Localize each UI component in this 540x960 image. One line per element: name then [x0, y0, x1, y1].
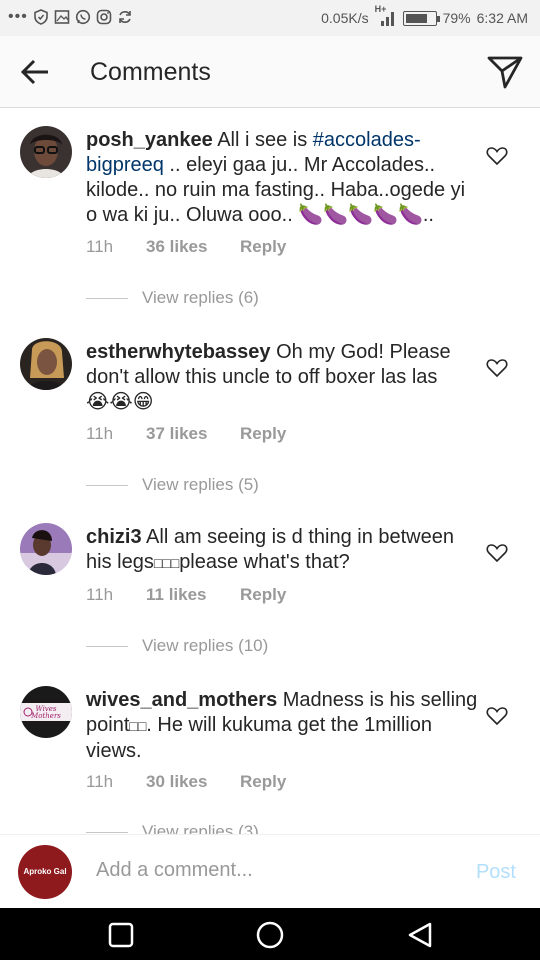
network-speed: 0.05K/s [321, 10, 369, 26]
circle-icon[interactable] [256, 921, 284, 949]
likes-count[interactable]: 37 likes [146, 424, 240, 444]
comment-meta: 11h 11 likes Reply [86, 585, 286, 605]
missing-glyphs: □□ [129, 718, 147, 734]
reply-button[interactable]: Reply [240, 424, 286, 444]
comment-text: posh_yankee All i see is #accolades-bigp… [86, 129, 466, 227]
battery-icon [402, 10, 440, 26]
status-bar: ••• 0.05K/s H+ 79% 6:32 AM [0, 0, 540, 36]
avatar: Aproko Gal [18, 845, 72, 899]
paper-plane-icon[interactable] [486, 54, 524, 90]
post-button[interactable]: Post [476, 861, 516, 884]
reply-button[interactable]: Reply [240, 237, 286, 257]
system-nav-bar [0, 908, 540, 960]
arrow-left-icon[interactable] [18, 56, 52, 88]
comment-item: estherwhytebassey Oh my God! Please don'… [0, 320, 540, 500]
likes-count[interactable]: 30 likes [146, 772, 240, 792]
view-replies[interactable]: View replies (5) [86, 475, 259, 495]
comment-meta: 11h 30 likes Reply [86, 772, 286, 792]
divider [86, 645, 128, 647]
clock: 6:32 AM [476, 10, 528, 26]
page-title: Comments [90, 58, 211, 86]
sync-icon [119, 11, 131, 23]
comment-text: chizi3 All am seeing is d thing in betwe… [86, 526, 454, 573]
comment-time: 11h [86, 772, 114, 791]
crying-laughing-emoji: 😭😭😁 [86, 391, 154, 414]
comment-username[interactable]: estherwhytebassey [86, 341, 271, 363]
shield-icon [34, 9, 48, 25]
triangle-back-icon[interactable] [406, 921, 434, 949]
avatar[interactable] [20, 126, 72, 178]
reply-button[interactable]: Reply [240, 772, 286, 792]
eggplant-emoji: 🍆🍆🍆🍆🍆 [298, 204, 423, 227]
avatar[interactable]: Wives Mothers [20, 686, 72, 738]
comment-meta: 11h 37 likes Reply [86, 424, 286, 444]
heart-icon[interactable] [486, 543, 508, 563]
avatar[interactable] [20, 338, 72, 390]
status-left: ••• [8, 8, 133, 26]
missing-glyphs: □□□ [153, 555, 180, 571]
divider [86, 484, 128, 486]
comment-text: wives_and_mothers Madness is his selling… [86, 689, 478, 762]
comment-input[interactable] [96, 859, 426, 882]
comment-username[interactable]: chizi3 [86, 526, 142, 548]
svg-text:Mothers: Mothers [30, 712, 61, 720]
status-right: 0.05K/s H+ 79% 6:32 AM [321, 4, 528, 27]
comment-time: 11h [86, 424, 114, 443]
view-replies[interactable]: View replies (3) [86, 822, 259, 834]
view-replies[interactable]: View replies (10) [86, 636, 268, 656]
reply-button[interactable]: Reply [240, 585, 286, 605]
comment-username[interactable]: wives_and_mothers [86, 689, 277, 711]
heart-icon[interactable] [486, 358, 508, 378]
comment-time: 11h [86, 585, 114, 604]
avatar-logo-text: Aproko Gal [23, 867, 67, 876]
comment-username[interactable]: posh_yankee [86, 129, 213, 151]
heart-icon[interactable] [486, 706, 508, 726]
instagram-icon [96, 9, 112, 25]
add-comment-bar: Aproko Gal Post [0, 834, 540, 908]
signal-icon: H+ [375, 4, 397, 27]
likes-count[interactable]: 36 likes [146, 237, 240, 257]
header-bar: Comments [0, 36, 540, 108]
heart-icon[interactable] [486, 146, 508, 166]
whatsapp-icon [75, 9, 90, 25]
comment-item: posh_yankee All i see is #accolades-bigp… [0, 108, 540, 308]
divider [86, 297, 128, 299]
comment-text: estherwhytebassey Oh my God! Please don'… [86, 341, 451, 414]
comment-time: 11h [86, 237, 114, 256]
comment-item: Wives Mothers wives_and_mothers Madness i… [0, 668, 540, 834]
more-dots-icon: ••• [8, 8, 28, 25]
likes-count[interactable]: 11 likes [146, 585, 240, 605]
image-icon [54, 10, 70, 24]
square-icon[interactable] [107, 921, 135, 949]
comment-meta: 11h 36 likes Reply [86, 237, 286, 257]
avatar[interactable] [20, 523, 72, 575]
battery-percent: 79% [442, 10, 471, 26]
divider [86, 831, 128, 833]
view-replies[interactable]: View replies (6) [86, 288, 259, 308]
comment-item: chizi3 All am seeing is d thing in betwe… [0, 505, 540, 665]
